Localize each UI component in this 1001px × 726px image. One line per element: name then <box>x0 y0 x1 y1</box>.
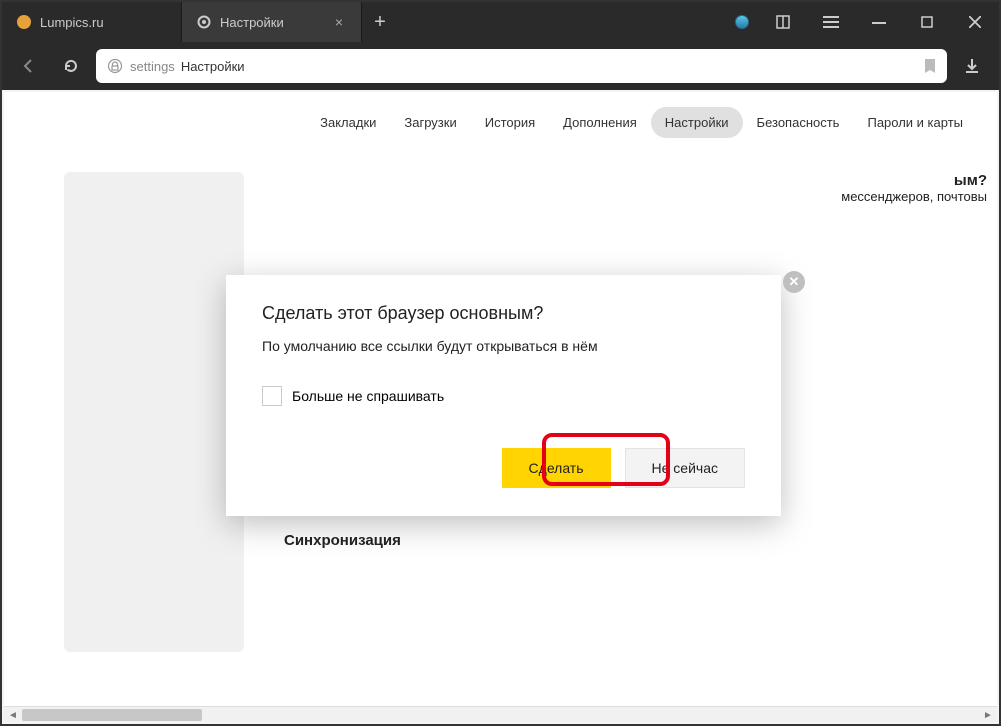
close-icon[interactable]: × <box>331 12 347 32</box>
window-controls <box>725 2 999 42</box>
address-field[interactable]: settings Настройки <box>96 49 947 83</box>
tab-strip: Lumpics.ru Настройки × + <box>2 2 999 42</box>
maximize-icon[interactable] <box>903 2 951 42</box>
bookmark-icon[interactable] <box>923 58 937 74</box>
address-bar: settings Настройки <box>2 42 999 90</box>
browser-window: Lumpics.ru Настройки × + <box>0 0 1001 726</box>
favicon-icon <box>16 14 32 30</box>
tab-settings[interactable]: Настройки × <box>182 2 362 42</box>
dont-ask-row[interactable]: Больше не спрашивать <box>262 386 745 406</box>
content-area: Закладки Загрузки История Дополнения Нас… <box>4 92 997 706</box>
default-browser-modal: ✕ Сделать этот браузер основным? По умол… <box>226 275 781 516</box>
minimize-icon[interactable] <box>855 2 903 42</box>
status-dot-icon[interactable] <box>735 15 749 29</box>
modal-overlay: ✕ Сделать этот браузер основным? По умол… <box>4 92 997 706</box>
reload-button[interactable] <box>54 49 88 83</box>
scroll-left-icon[interactable]: ◄ <box>4 707 22 723</box>
modal-actions: Сделать Не сейчас <box>262 448 745 488</box>
lock-icon <box>106 57 124 75</box>
checkbox[interactable] <box>262 386 282 406</box>
reader-icon[interactable] <box>759 2 807 42</box>
scrollbar-thumb[interactable] <box>22 709 202 721</box>
close-window-icon[interactable] <box>951 2 999 42</box>
new-tab-button[interactable]: + <box>362 2 398 42</box>
checkbox-label: Больше не спрашивать <box>292 388 444 404</box>
gear-icon <box>196 14 212 30</box>
modal-close-icon[interactable]: ✕ <box>783 271 805 293</box>
downloads-button[interactable] <box>955 49 989 83</box>
not-now-button[interactable]: Не сейчас <box>625 448 745 488</box>
horizontal-scrollbar[interactable]: ◄ ► <box>4 706 997 722</box>
tab-title: Lumpics.ru <box>40 15 167 30</box>
address-prefix: settings <box>130 59 175 74</box>
scroll-right-icon[interactable]: ► <box>979 707 997 723</box>
confirm-button[interactable]: Сделать <box>502 448 611 488</box>
address-text: Настройки <box>181 59 245 74</box>
menu-icon[interactable] <box>807 2 855 42</box>
tab-lumpics[interactable]: Lumpics.ru <box>2 2 182 42</box>
back-button[interactable] <box>12 49 46 83</box>
modal-text: По умолчанию все ссылки будут открыватьс… <box>262 338 745 354</box>
tab-title: Настройки <box>220 15 323 30</box>
modal-title: Сделать этот браузер основным? <box>262 303 745 324</box>
